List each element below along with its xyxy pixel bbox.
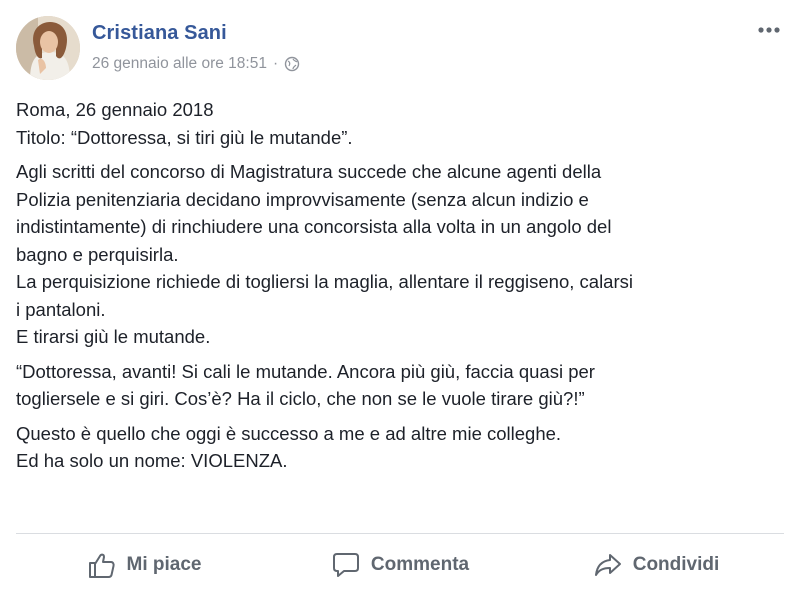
avatar[interactable] — [16, 16, 80, 80]
post-paragraph: Roma, 26 gennaio 2018 Titolo: “Dottoress… — [16, 99, 353, 148]
like-label: Mi piace — [126, 554, 202, 575]
thumbs-up-icon — [88, 553, 115, 578]
author-name[interactable]: Cristiana Sani — [92, 22, 227, 45]
post-meta: 26 gennaio alle ore 18:51 · — [92, 55, 300, 73]
post-timestamp[interactable]: 26 gennaio alle ore 18:51 — [92, 55, 267, 73]
post-paragraph: Questo è quello che oggi è successo a me… — [16, 422, 562, 472]
avatar-image — [16, 16, 80, 80]
share-label: Condividi — [632, 554, 720, 575]
post-actions-bar: Mi piace Commenta Condividi — [16, 540, 784, 590]
comment-label: Commenta — [370, 554, 470, 575]
more-dots-icon[interactable] — [754, 20, 784, 40]
post-paragraph: Agli scritti del concorso di Magistratur… — [16, 161, 633, 347]
post-body: Roma, 26 gennaio 2018 Titolo: “Dottoress… — [16, 96, 786, 482]
actions-divider — [16, 533, 784, 534]
share-button[interactable]: Condividi — [528, 540, 784, 590]
comment-bubble-icon — [332, 553, 359, 577]
like-button[interactable]: Mi piace — [16, 540, 272, 590]
post-paragraph: “Dottoressa, avanti! Si cali le mutande.… — [16, 360, 595, 410]
meta-separator: · — [272, 55, 279, 72]
globe-icon[interactable] — [284, 56, 300, 72]
comment-button[interactable]: Commenta — [272, 540, 528, 590]
facebook-post: Cristiana Sani 26 gennaio alle ore 18:51… — [0, 0, 800, 597]
share-arrow-icon — [594, 554, 621, 576]
